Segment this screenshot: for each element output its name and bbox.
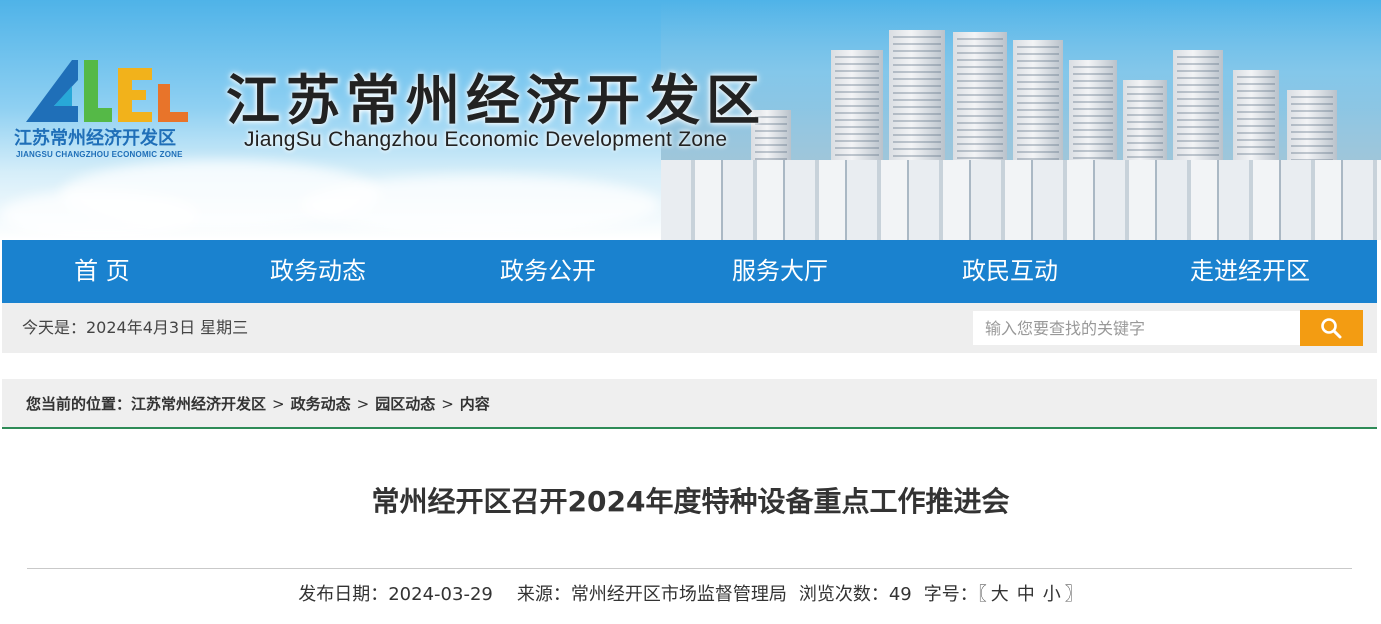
nav-item-affairs[interactable]: 政务公开 bbox=[448, 240, 648, 303]
search-button[interactable] bbox=[1300, 310, 1363, 346]
breadcrumb-separator: > bbox=[441, 395, 454, 413]
views-label: 浏览次数： bbox=[798, 584, 889, 605]
nav-item-news[interactable]: 政务动态 bbox=[218, 240, 418, 303]
banner-cloud bbox=[300, 175, 660, 235]
breadcrumb-separator: > bbox=[272, 395, 285, 413]
info-bar: 今天是：2024年4月3日 星期三 bbox=[2, 303, 1377, 353]
header-banner: 江苏常州经济开发区 JIANGSU CHANGZHOU ECONOMIC ZON… bbox=[0, 0, 1381, 240]
fontsize-small-link[interactable]: 小 bbox=[1043, 584, 1061, 605]
banner-cloud bbox=[0, 190, 200, 240]
article-meta: 发布日期：2024-03-29 来源：常州经开区市场监督管理局 浏览次数：49 字号：… bbox=[0, 580, 1381, 606]
source-value: 常州经开区市场监督管理局 bbox=[570, 584, 787, 605]
breadcrumb-bar: 您当前的位置：江苏常州经济开发区 > 政务动态 > 园区动态 > 内容 bbox=[2, 379, 1377, 429]
title-divider bbox=[27, 568, 1352, 569]
article-title: 常州经开区召开2024年度特种设备重点工作推进会 bbox=[371, 485, 1010, 518]
views-count: 49 bbox=[888, 584, 912, 605]
ce-logo-icon bbox=[26, 60, 188, 122]
fontsize-bracket-close: 〗 bbox=[1064, 584, 1083, 605]
logo-text-cn: 江苏常州经济开发区 bbox=[14, 128, 176, 149]
fontsize-bracket-open: 〖 bbox=[977, 584, 987, 605]
source-label: 来源： bbox=[516, 584, 571, 605]
nav-item-home[interactable]: 首 页 bbox=[2, 240, 202, 303]
site-title: 江苏常州经济开发区 bbox=[226, 68, 766, 132]
search-input[interactable] bbox=[973, 311, 1301, 345]
fontsize-medium-link[interactable]: 中 bbox=[1017, 584, 1035, 605]
site-subtitle: JiangSu Changzhou Economic Development Z… bbox=[244, 128, 728, 151]
fontsize-large-link[interactable]: 大 bbox=[991, 584, 1009, 605]
publish-date: 2024-03-29 bbox=[388, 584, 493, 605]
fontsize-controls: 〖大中小〗 bbox=[978, 584, 1083, 605]
breadcrumb-item-news[interactable]: 政务动态 bbox=[291, 395, 351, 413]
breadcrumb-item-current: 内容 bbox=[459, 395, 490, 413]
search-icon bbox=[1321, 318, 1342, 339]
breadcrumb: 您当前的位置：江苏常州经济开发区 > 政务动态 > 园区动态 > 内容 bbox=[26, 379, 490, 429]
fontsize-label: 字号： bbox=[923, 584, 978, 605]
nav-item-interaction[interactable]: 政民互动 bbox=[910, 240, 1110, 303]
nav-item-about[interactable]: 走进经开区 bbox=[1150, 240, 1350, 303]
breadcrumb-separator: > bbox=[356, 395, 370, 413]
main-nav: 首 页 政务动态 政务公开 服务大厅 政民互动 走进经开区 bbox=[2, 240, 1377, 303]
breadcrumb-prefix: 您当前的位置： bbox=[26, 395, 132, 413]
breadcrumb-item-home[interactable]: 江苏常州经济开发区 bbox=[131, 395, 266, 413]
nav-item-service[interactable]: 服务大厅 bbox=[680, 240, 880, 303]
today-date: 今天是：2024年4月3日 星期三 bbox=[22, 318, 249, 337]
banner-cityscape bbox=[661, 0, 1381, 240]
breadcrumb-item-park-news[interactable]: 园区动态 bbox=[375, 395, 435, 413]
logo-text-en: JIANGSU CHANGZHOU ECONOMIC ZONE bbox=[16, 150, 183, 159]
publish-date-label: 发布日期： bbox=[298, 584, 389, 605]
